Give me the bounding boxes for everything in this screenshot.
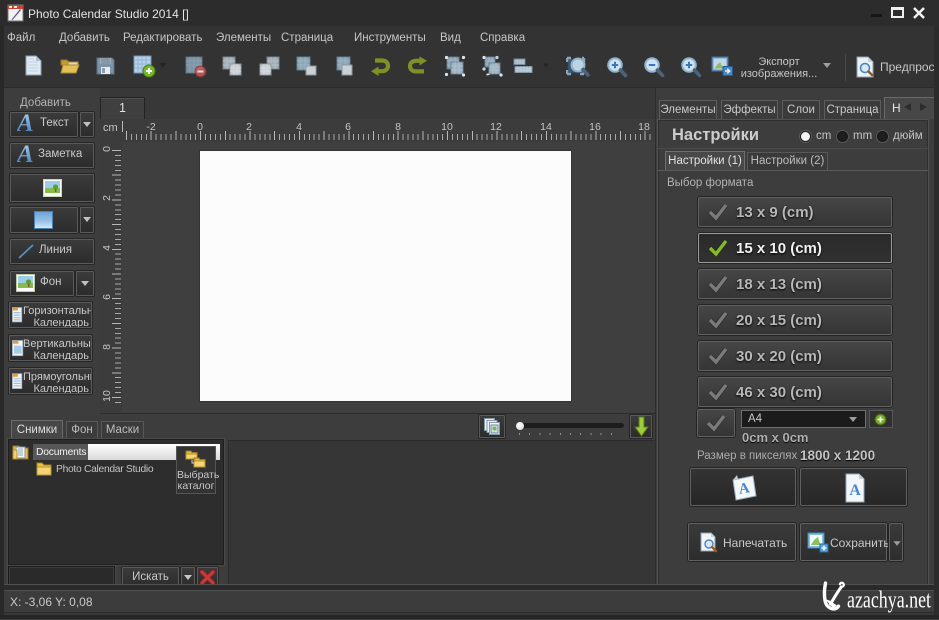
svg-text:azachya.net: azachya.net [847,588,931,614]
svg-text:A: A [849,482,861,499]
